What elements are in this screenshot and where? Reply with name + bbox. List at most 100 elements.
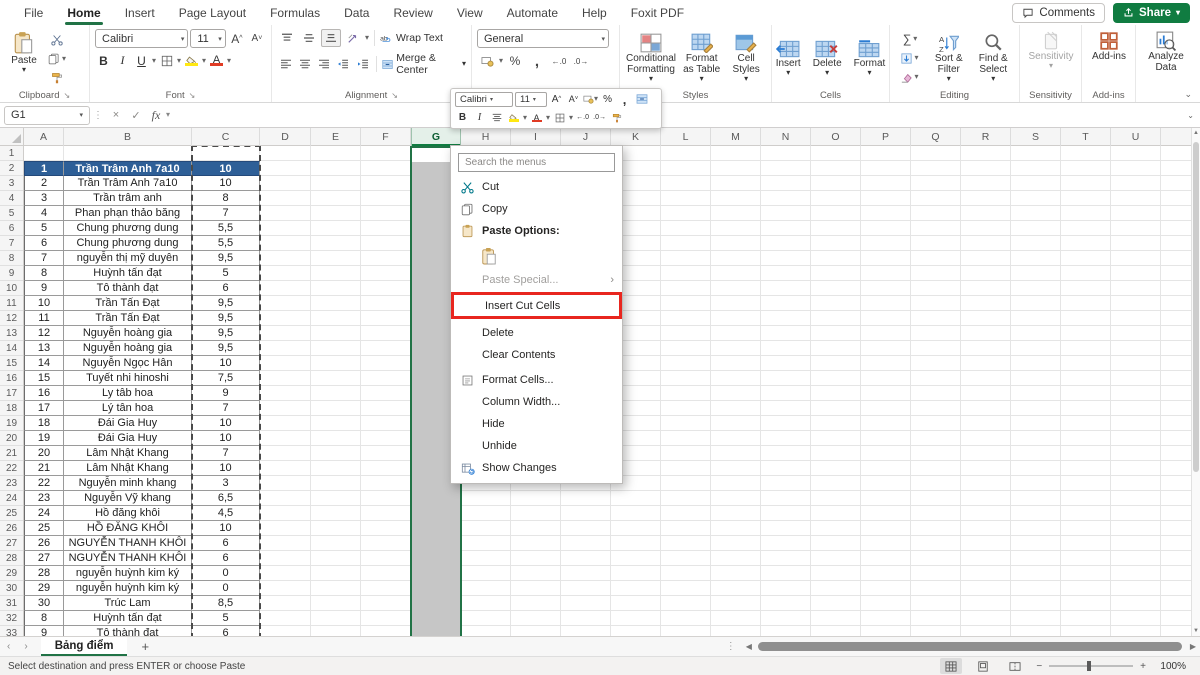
page-layout-view-button[interactable] [972,658,994,674]
column-header-l[interactable]: L [661,128,711,146]
paste-button[interactable]: Paste ▾ [5,29,43,76]
row-header-13[interactable]: 13 [0,326,23,341]
format-as-table-button[interactable]: Format as Table ▾ [679,29,724,87]
zoom-in-icon[interactable]: + [1140,661,1146,672]
row-header-28[interactable]: 28 [0,551,23,566]
cell-b[interactable]: nguyễn huỳnh kim ký [64,566,192,581]
ribbon-tab-foxit-pdf[interactable]: Foxit PDF [619,0,696,25]
column-header-e[interactable]: E [311,128,361,146]
increase-decimal-button[interactable]: ←.0 [549,52,569,70]
mini-font-color-button[interactable]: A [529,110,544,125]
sheet-nav-next-icon[interactable]: › [17,641,34,652]
cell-c[interactable]: 9,5 [192,341,260,356]
cell-b[interactable]: Phan phạn thảo băng [64,206,192,221]
cell-a[interactable]: 21 [24,461,64,476]
menu-item-format-cells[interactable]: Format Cells... [451,369,622,391]
column-header-c[interactable]: C [192,128,260,146]
column-header-j[interactable]: J [561,128,611,146]
ribbon-tab-review[interactable]: Review [381,0,444,25]
cell-b[interactable]: Huỳnh tấn đạt [64,266,192,281]
column-header-g[interactable]: G [411,128,461,146]
font-dialog-launcher-icon[interactable]: ↘ [189,91,196,100]
row-header-12[interactable]: 12 [0,311,23,326]
mini-fill-color-button[interactable] [506,110,521,125]
cancel-formula-icon[interactable]: × [106,109,126,121]
column-header-d[interactable]: D [260,128,311,146]
align-center-button[interactable] [296,55,313,73]
fill-color-button[interactable] [183,52,200,69]
ribbon-tab-home[interactable]: Home [55,0,112,25]
cell-styles-button[interactable]: Cell Styles ▾ [726,29,766,87]
row-header-18[interactable]: 18 [0,401,23,416]
menu-item-delete[interactable]: Delete [451,322,622,344]
mini-merge-center-button[interactable] [634,92,649,107]
cell-c[interactable]: 10 [192,416,260,431]
cell-a[interactable]: 13 [24,341,64,356]
autosum-button[interactable]: ∑▾ [895,30,925,48]
row-header-16[interactable]: 16 [0,371,23,386]
cell-c[interactable]: 8,5 [192,596,260,611]
collapse-ribbon-icon[interactable]: ⌄ [1184,89,1192,100]
cell-a[interactable]: 24 [24,506,64,521]
align-left-button[interactable] [277,55,294,73]
cell-b[interactable]: Trần Tấn Đạt [64,296,192,311]
column-header-p[interactable]: P [861,128,911,146]
scroll-down-icon[interactable]: ▼ [1192,628,1200,634]
font-name-combo[interactable]: Calibri▾ [95,29,188,48]
ribbon-tab-view[interactable]: View [445,0,495,25]
cell-a[interactable]: 5 [24,221,64,236]
row-header-7[interactable]: 7 [0,236,23,251]
name-box[interactable]: G1▾ [4,106,90,125]
increase-font-button[interactable]: A^ [228,30,246,48]
cell-a[interactable]: 23 [24,491,64,506]
cell-a[interactable]: 19 [24,431,64,446]
cell-b[interactable]: Nguyễn Ngọc Hân [64,356,192,371]
cell-b[interactable]: Lý tân hoa [64,401,192,416]
column-header-u[interactable]: U [1111,128,1161,146]
cell-a[interactable]: 27 [24,551,64,566]
cell-b[interactable]: Tuyết nhi hinoshi [64,371,192,386]
row-header-5[interactable]: 5 [0,206,23,221]
find-select-button[interactable]: Find & Select ▾ [973,29,1015,87]
cell-c[interactable]: 3 [192,476,260,491]
row-header-9[interactable]: 9 [0,266,23,281]
cell-b[interactable]: Nguyễn minh khang [64,476,192,491]
column-header-f[interactable]: F [361,128,411,146]
column-header-s[interactable]: S [1011,128,1061,146]
zoom-level[interactable]: 100% [1156,661,1186,672]
menu-item-cut[interactable]: Cut [451,176,622,198]
cell-a[interactable]: 28 [24,566,64,581]
mini-fill-dropdown-icon[interactable]: ▾ [523,114,527,122]
add-sheet-icon[interactable]: + [127,639,163,654]
font-color-button[interactable]: A [208,52,225,69]
menu-item-unhide[interactable]: Unhide [451,435,622,457]
format-painter-button[interactable] [47,69,67,87]
cell-a[interactable]: 2 [24,176,64,191]
row-header-15[interactable]: 15 [0,356,23,371]
number-format-combo[interactable]: General▾ [477,29,609,48]
cell-a[interactable]: 18 [24,416,64,431]
enter-formula-icon[interactable]: ✓ [126,109,146,122]
menu-item-hide[interactable]: Hide [451,413,622,435]
cell-a[interactable]: 7 [24,251,64,266]
column-header-i[interactable]: I [511,128,561,146]
comments-button[interactable]: Comments [1012,3,1105,23]
row-header-26[interactable]: 26 [0,521,23,536]
analyze-data-button[interactable]: Analyze Data [1141,29,1191,75]
cell-c[interactable]: 6 [192,536,260,551]
cell-c[interactable]: 6 [192,551,260,566]
top-align-button[interactable] [277,29,297,47]
accounting-dropdown-icon[interactable]: ▾ [499,57,503,65]
cell-a[interactable]: 8 [24,266,64,281]
row-header-8[interactable]: 8 [0,251,23,266]
scroll-left-icon[interactable]: ◀ [742,642,756,651]
cell-c[interactable]: 10 [192,461,260,476]
column-header-a[interactable]: A [24,128,64,146]
cell-a[interactable]: 30 [24,596,64,611]
cell-c[interactable]: 5,5 [192,221,260,236]
mini-comma-button[interactable]: , [617,92,632,107]
fill-button[interactable]: ▾ [895,49,925,67]
column-header-r[interactable]: R [961,128,1011,146]
cell-c[interactable]: 10 [192,176,260,191]
cell-b[interactable]: Chung phương dung [64,221,192,236]
